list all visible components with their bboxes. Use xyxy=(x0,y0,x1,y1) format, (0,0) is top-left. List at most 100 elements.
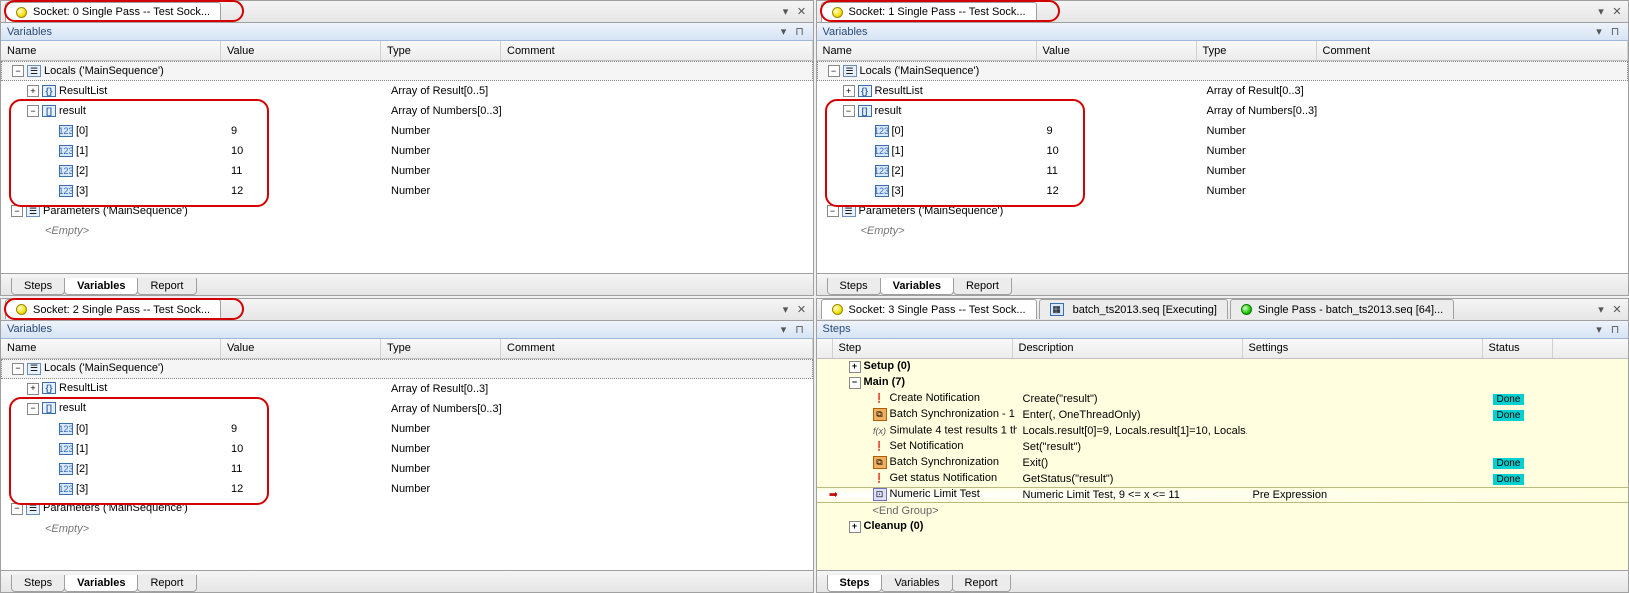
step-row[interactable]: ❗Create NotificationCreate("result")Done xyxy=(817,391,1629,407)
tree-node-result[interactable]: −[]result Array of Numbers[0..3] xyxy=(1,101,813,121)
exec-tab-socket2[interactable]: Socket: 2 Single Pass -- Test Sock... xyxy=(5,299,221,319)
expand-icon[interactable]: + xyxy=(27,85,39,97)
tree-node-result[interactable]: −[]resultArray of Numbers[0..3] xyxy=(817,101,1629,121)
pin-icon[interactable]: ⊓ xyxy=(793,322,807,336)
col-name[interactable]: Name xyxy=(817,41,1037,60)
col-type[interactable]: Type xyxy=(381,41,501,60)
dropdown-icon[interactable]: ▾ xyxy=(1592,322,1606,336)
tree-node-params[interactable]: −☰Parameters ('MainSequence') xyxy=(1,499,813,519)
step-row[interactable]: ⧉Batch Synchronization - 1 com...Enter(,… xyxy=(817,407,1629,423)
dropdown-icon[interactable]: ▾ xyxy=(1594,5,1608,19)
close-icon[interactable]: ✕ xyxy=(795,5,809,19)
col-comment[interactable]: Comment xyxy=(501,41,813,60)
tree-node-item[interactable]: 123[0]9Number xyxy=(817,121,1629,141)
dropdown-icon[interactable]: ▾ xyxy=(779,5,793,19)
exec-tab-singlepass[interactable]: Single Pass - batch_ts2013.seq [64]... xyxy=(1230,299,1454,319)
collapse-icon[interactable]: − xyxy=(849,377,861,389)
dropdown-icon[interactable]: ▾ xyxy=(1594,302,1608,316)
tree-node-item[interactable]: 123[3]12Number xyxy=(817,181,1629,201)
col-value[interactable]: Value xyxy=(221,339,381,358)
exec-tab-socket1[interactable]: Socket: 1 Single Pass -- Test Sock... xyxy=(821,2,1037,22)
tab-variables[interactable]: Variables xyxy=(64,575,138,592)
tab-variables[interactable]: Variables xyxy=(880,278,954,295)
collapse-icon[interactable]: − xyxy=(843,105,855,117)
collapse-icon[interactable]: − xyxy=(12,363,24,375)
col-comment[interactable]: Comment xyxy=(1317,41,1629,60)
dropdown-icon[interactable]: ▾ xyxy=(777,322,791,336)
col-name[interactable]: Name xyxy=(1,41,221,60)
tab-steps[interactable]: Steps xyxy=(11,575,65,592)
tab-steps[interactable]: Steps xyxy=(827,278,881,295)
collapse-icon[interactable]: − xyxy=(828,65,840,77)
tab-report[interactable]: Report xyxy=(137,278,196,295)
step-row[interactable]: ❗Set NotificationSet("result") xyxy=(817,439,1629,455)
step-group-setup[interactable]: +Setup (0) xyxy=(817,359,1629,375)
col-settings[interactable]: Settings xyxy=(1243,339,1483,358)
col-step[interactable]: Step xyxy=(833,339,1013,358)
tab-report[interactable]: Report xyxy=(137,575,196,592)
col-value[interactable]: Value xyxy=(1037,41,1197,60)
tree-node-item[interactable]: 123[3]12Number xyxy=(1,181,813,201)
tree-node-resultlist[interactable]: +{}ResultListArray of Result[0..3] xyxy=(817,81,1629,101)
pin-icon[interactable]: ⊓ xyxy=(1608,25,1622,39)
step-row[interactable]: ❗Get status NotificationGetStatus("resul… xyxy=(817,471,1629,487)
collapse-icon[interactable]: − xyxy=(11,503,23,515)
close-icon[interactable]: ✕ xyxy=(1610,302,1624,316)
tree-node-resultlist[interactable]: +{}ResultList Array of Result[0..5] xyxy=(1,81,813,101)
expand-icon[interactable]: + xyxy=(849,361,861,373)
col-type[interactable]: Type xyxy=(1197,41,1317,60)
expand-icon[interactable]: + xyxy=(27,383,39,395)
step-group-cleanup[interactable]: +Cleanup (0) xyxy=(817,519,1629,535)
tree-node-item[interactable]: 123[1]10Number xyxy=(817,141,1629,161)
col-name[interactable]: Name xyxy=(1,339,221,358)
pin-icon[interactable]: ⊓ xyxy=(1608,322,1622,336)
tree-node-result[interactable]: −[]resultArray of Numbers[0..3] xyxy=(1,399,813,419)
tree-node-item[interactable]: 123[1]10Number xyxy=(1,141,813,161)
tab-steps[interactable]: Steps xyxy=(11,278,65,295)
step-row-current[interactable]: ➡⊡Numeric Limit TestNumeric Limit Test, … xyxy=(817,487,1629,503)
expand-icon[interactable]: + xyxy=(843,85,855,97)
tab-variables[interactable]: Variables xyxy=(64,278,138,295)
collapse-icon[interactable]: − xyxy=(12,65,24,77)
collapse-icon[interactable]: − xyxy=(27,105,39,117)
exec-tab-socket0[interactable]: Socket: 0 Single Pass -- Test Sock... xyxy=(5,2,221,22)
tree-node-item[interactable]: 123[1]10Number xyxy=(1,439,813,459)
tree-node-item[interactable]: 123[2]11Number xyxy=(817,161,1629,181)
pin-icon[interactable]: ⊓ xyxy=(793,25,807,39)
col-type[interactable]: Type xyxy=(381,339,501,358)
close-icon[interactable]: ✕ xyxy=(795,302,809,316)
variables-tree[interactable]: −☰Locals ('MainSequence') +{}ResultListA… xyxy=(817,61,1629,273)
step-row[interactable]: ⧉Batch SynchronizationExit()Done xyxy=(817,455,1629,471)
step-group-main[interactable]: −Main (7) xyxy=(817,375,1629,391)
variables-tree[interactable]: −☰Locals ('MainSequence') +{}ResultListA… xyxy=(1,359,813,571)
collapse-icon[interactable]: − xyxy=(827,205,839,217)
col-desc[interactable]: Description xyxy=(1013,339,1243,358)
dropdown-icon[interactable]: ▾ xyxy=(1592,25,1606,39)
tree-node-locals[interactable]: −☰Locals ('MainSequence') xyxy=(1,61,813,81)
step-row[interactable]: f(x)Simulate 4 test results 1 threadLoca… xyxy=(817,423,1629,439)
collapse-icon[interactable]: − xyxy=(27,403,39,415)
col-value[interactable]: Value xyxy=(221,41,381,60)
tree-node-item[interactable]: 123[2]11Number xyxy=(1,459,813,479)
tree-node-locals[interactable]: −☰Locals ('MainSequence') xyxy=(817,61,1629,81)
dropdown-icon[interactable]: ▾ xyxy=(777,25,791,39)
col-comment[interactable]: Comment xyxy=(501,339,813,358)
steps-list[interactable]: +Setup (0) −Main (7) ❗Create Notificatio… xyxy=(817,359,1629,571)
tab-steps[interactable]: Steps xyxy=(827,575,883,592)
dropdown-icon[interactable]: ▾ xyxy=(779,302,793,316)
variables-tree[interactable]: −☰Locals ('MainSequence') +{}ResultList … xyxy=(1,61,813,273)
tree-node-resultlist[interactable]: +{}ResultListArray of Result[0..3] xyxy=(1,379,813,399)
tree-node-item[interactable]: 123[0]9Number xyxy=(1,419,813,439)
collapse-icon[interactable]: − xyxy=(11,205,23,217)
tab-variables[interactable]: Variables xyxy=(881,575,952,592)
exec-tab-batch[interactable]: ▦ batch_ts2013.seq [Executing] xyxy=(1039,299,1228,319)
close-icon[interactable]: ✕ xyxy=(1610,5,1624,19)
exec-tab-socket3[interactable]: Socket: 3 Single Pass -- Test Sock... xyxy=(821,299,1037,319)
tree-node-params[interactable]: −☰Parameters ('MainSequence') xyxy=(817,201,1629,221)
tab-report[interactable]: Report xyxy=(952,575,1011,592)
col-status[interactable]: Status xyxy=(1483,339,1553,358)
tree-node-item[interactable]: 123[3]12Number xyxy=(1,479,813,499)
tree-node-params[interactable]: −☰Parameters ('MainSequence') xyxy=(1,201,813,221)
tab-report[interactable]: Report xyxy=(953,278,1012,295)
tree-node-item[interactable]: 123[0]9Number xyxy=(1,121,813,141)
